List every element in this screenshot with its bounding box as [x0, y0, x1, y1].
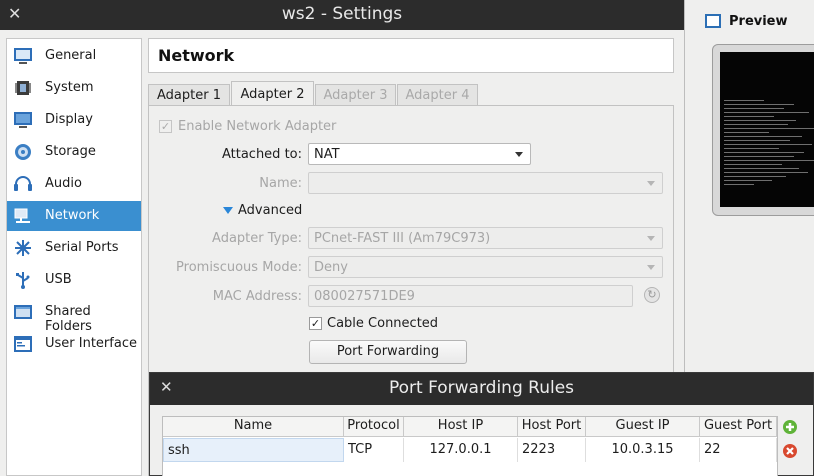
general-icon [14, 48, 32, 64]
preview-icon [705, 14, 721, 28]
promiscuous-mode-value: Deny [314, 260, 348, 275]
rule-host-port-cell[interactable]: 2223 [518, 438, 586, 462]
network-icon [14, 208, 30, 223]
preview-screen [720, 52, 814, 207]
enable-adapter-checkbox[interactable]: ✓ [159, 120, 172, 133]
sidebar-item-user-interface[interactable]: User Interface [7, 329, 141, 359]
sidebar-item-label: Audio [45, 176, 82, 191]
name-label: Name: [259, 176, 302, 191]
sidebar-item-usb[interactable]: USB [7, 265, 141, 295]
cable-connected-label: Cable Connected [327, 316, 439, 331]
dialog-title: Port Forwarding Rules [388, 378, 575, 398]
mac-address-label: MAC Address: [212, 289, 302, 304]
remove-rule-icon[interactable] [782, 443, 798, 459]
sidebar-item-label: Serial Ports [45, 240, 119, 255]
column-header-host-port[interactable]: Host Port [518, 417, 586, 437]
tab-adapter-4[interactable]: Adapter 4 [397, 84, 478, 106]
tab-adapter-1[interactable]: Adapter 1 [148, 84, 230, 106]
rule-guest-ip-cell[interactable]: 10.0.3.15 [586, 438, 700, 462]
usb-icon [16, 272, 30, 289]
name-select[interactable] [308, 172, 663, 194]
sidebar: General System Display Storage Audio Net… [6, 38, 142, 476]
attached-to-select[interactable]: NAT [308, 143, 531, 165]
chevron-down-icon [515, 152, 523, 157]
adapter-type-label: Adapter Type: [212, 231, 302, 246]
sidebar-item-label: General [45, 48, 97, 63]
display-icon [14, 112, 32, 128]
column-header-guest-port[interactable]: Guest Port [700, 417, 777, 437]
sidebar-item-audio[interactable]: Audio [7, 169, 141, 199]
preview-header: Preview [705, 12, 788, 30]
sidebar-item-general[interactable]: General [7, 41, 141, 71]
mac-address-value: 080027571DE9 [314, 289, 415, 304]
sidebar-item-label: Storage [45, 144, 96, 159]
enable-adapter-label: Enable Network Adapter [178, 119, 337, 134]
advanced-toggle[interactable]: Advanced [238, 203, 302, 218]
refresh-mac-icon[interactable]: ↻ [644, 287, 660, 303]
rule-name-cell[interactable]: ssh [163, 438, 344, 462]
column-header-host-ip[interactable]: Host IP [404, 417, 518, 437]
preview-title: Preview [729, 13, 788, 29]
window-title: ws2 - Settings [281, 4, 403, 24]
column-header-name[interactable]: Name [163, 417, 344, 437]
attached-to-label: Attached to: [221, 147, 302, 162]
rules-table: Name Protocol Host IP Host Port Guest IP… [162, 416, 778, 476]
port-forwarding-button[interactable]: Port Forwarding [309, 340, 467, 364]
preview-frame [712, 44, 814, 216]
column-header-guest-ip[interactable]: Guest IP [586, 417, 700, 437]
expand-triangle-icon[interactable] [223, 207, 233, 214]
chevron-down-icon [647, 265, 655, 270]
audio-icon [14, 176, 32, 191]
promiscuous-mode-select[interactable]: Deny [308, 256, 663, 278]
sidebar-item-display[interactable]: Display [7, 105, 141, 135]
serial-ports-icon [15, 240, 31, 256]
sidebar-item-label: User Interface [45, 336, 137, 351]
sidebar-item-label: Display [45, 112, 93, 127]
system-icon [15, 81, 31, 95]
mac-address-field[interactable]: 080027571DE9 [308, 285, 633, 307]
sidebar-item-network[interactable]: Network [7, 201, 141, 231]
dialog-titlebar: ✕ Port Forwarding Rules [150, 373, 813, 405]
promiscuous-mode-label: Promiscuous Mode: [176, 260, 302, 275]
chevron-down-icon [647, 236, 655, 241]
sidebar-item-storage[interactable]: Storage [7, 137, 141, 167]
sidebar-item-system[interactable]: System [7, 73, 141, 103]
page-title-box: Network [148, 38, 674, 73]
port-forwarding-dialog: ✕ Port Forwarding Rules Name Protocol Ho… [149, 372, 814, 476]
tab-adapter-3[interactable]: Adapter 3 [315, 84, 396, 106]
rule-guest-port-cell[interactable]: 22 [700, 438, 777, 462]
attached-to-value: NAT [314, 147, 340, 162]
add-rule-icon[interactable] [782, 419, 798, 435]
shared-folders-icon [14, 305, 32, 319]
sidebar-item-label: Network [45, 208, 100, 223]
sidebar-item-label: System [45, 80, 94, 95]
adapter-type-select[interactable]: PCnet-FAST III (Am79C973) [308, 227, 663, 249]
sidebar-item-shared-folders[interactable]: Shared Folders [7, 297, 141, 334]
cable-connected-checkbox[interactable]: ✓ [309, 317, 322, 330]
adapter-type-value: PCnet-FAST III (Am79C973) [314, 231, 491, 246]
rule-protocol-cell[interactable]: TCP [344, 438, 404, 462]
column-header-protocol[interactable]: Protocol [344, 417, 404, 437]
sidebar-item-label: USB [45, 272, 72, 287]
tab-adapter-2[interactable]: Adapter 2 [231, 81, 314, 107]
rule-host-ip-cell[interactable]: 127.0.0.1 [404, 438, 518, 462]
page-title: Network [158, 46, 235, 65]
window-titlebar: ✕ ws2 - Settings [0, 0, 684, 30]
user-interface-icon [14, 336, 32, 352]
chevron-down-icon [647, 181, 655, 186]
storage-icon [15, 144, 31, 160]
sidebar-item-serial-ports[interactable]: Serial Ports [7, 233, 141, 263]
